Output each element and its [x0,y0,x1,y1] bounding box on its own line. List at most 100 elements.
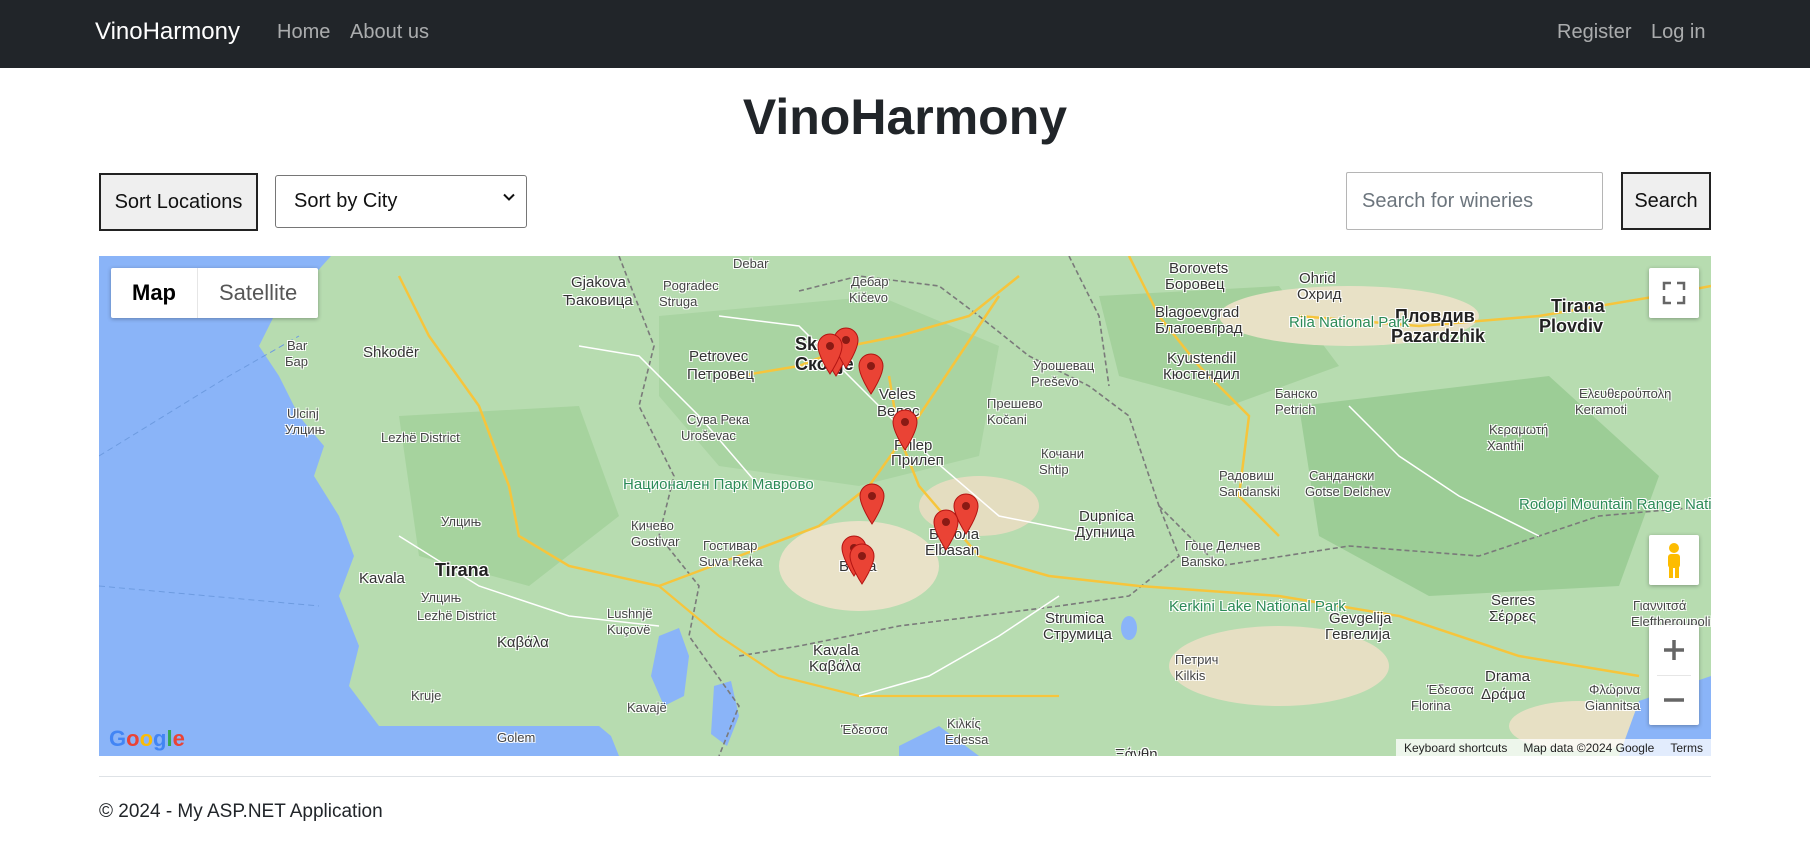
map-label-bansko: Банско [1275,386,1318,401]
chevron-down-icon [503,193,515,201]
map-label-gotse-delchev: Сандански [1309,468,1375,483]
map-label-elbasan: Καβάλα [497,634,549,651]
map-label-kocani-cyr: Preševo [1031,374,1079,389]
map-label-chepelare-cyr: Xanthi [1487,438,1524,453]
map-label-edessa-cyr: Edessa [945,732,989,747]
map-label-bansko-cyr: Petrich [1275,402,1316,417]
navbar: VinoHarmony Home About us Register Log i… [0,0,1810,68]
map-label-bar: Bar [287,338,308,353]
map-label-thessaloniki: Ξάνθη [1115,746,1158,756]
map-attribution: Keyboard shortcuts Map data ©2024 Google… [1396,739,1711,756]
map-label-drama-cyr: Σέρρες [1489,608,1536,625]
map-park-mavrovo: Национален Парк Маврово [623,476,814,493]
map-label-gostivar-cyr: Uroševac [681,428,736,443]
map-label-petrich: Гоце Делчев [1185,538,1261,553]
winery-marker[interactable] [815,332,845,375]
map-label-kilkis: Петрич [1175,652,1219,667]
map-label-chepelare: Κεραμωτή [1489,422,1549,437]
map-label-lezhe: Lezhë District [381,430,460,445]
map-label-petrich-cyr: Bansko [1181,554,1225,569]
map-label-presevo-cyr: Kičevo [849,290,889,305]
map-park-rodopi: Rodopi Mountain Range National Park [1519,496,1711,513]
map-label-debar-cyr: Gostivar [631,534,680,549]
zoom-out-icon[interactable] [1649,675,1699,725]
map[interactable]: Gjakova Ђаковица Pogradec Struga Debar Д… [99,256,1711,756]
map-label-tirana: Tirana [435,560,489,580]
map-label-asenovgrad: Ελευθερούπολη [1579,386,1672,401]
map-label-kocani: Урошевац [1033,358,1095,373]
map-label-xanthi: Γιαννιτσά [1633,598,1687,613]
map-label-gostivar: Сува Река [687,412,750,427]
nav-link-register[interactable]: Register [1557,21,1631,44]
map-label-strumica-cyr: Дупница [1075,524,1135,541]
map-label-dupnica-cyr: Благоевград [1155,320,1243,337]
winery-marker[interactable] [856,352,886,395]
map-label-kavala-cyr: Δράμα [1481,686,1526,703]
fullscreen-button[interactable] [1649,268,1699,318]
map-label-eleftheroupoli: Έδεσσα [1427,682,1474,697]
map-label-kilkis-cyr: Kilkis [1175,668,1206,683]
sort-locations-button[interactable]: Sort Locations [99,173,258,231]
map-label-gjakova: Gjakova [571,274,627,291]
map-label-keramoti: Φλώρινα [1589,682,1641,697]
map-label-bar-cyr: Бар [285,354,308,369]
winery-marker[interactable] [847,542,877,585]
map-label-shtip-cyr: Kočani [987,412,1027,427]
map-label-durres: Kavala [359,570,405,587]
map-type-control: Map Satellite [111,268,319,318]
map-label-gjakova-cyr: Ђаковица [563,292,633,309]
map-label-bitola: Kavala [813,642,859,659]
map-label-ulcinj-cyr: Улцињ [285,422,326,437]
map-label-blagoevgrad: Kyustendil [1167,350,1237,367]
map-park-rila: Rila National Park [1289,314,1410,331]
map-label-kavaje: Lezhë District [417,608,496,623]
navbar-brand[interactable]: VinoHarmony [95,18,240,46]
map-label-kruje: Улцињ [441,514,482,529]
winery-marker[interactable] [931,508,961,551]
map-label-urosevac-cyr: Debar [733,256,769,271]
terms-link[interactable]: Terms [1662,741,1711,755]
map-label-presevo: Дебар [851,274,889,289]
winery-marker[interactable] [890,408,920,451]
map-label-radovish: Кочани [1041,446,1084,461]
nav-link-about-us[interactable]: About us [350,21,429,44]
map-label-lushnje: Kruje [411,688,442,703]
map-label-drama: Serres [1491,592,1536,609]
map-label-shkoder: Shkodër [363,344,419,361]
map-label-kyustendil: Borovets [1169,260,1229,277]
fullscreen-icon [1662,281,1686,305]
nav-link-home[interactable]: Home [277,21,330,44]
map-type-map-button[interactable]: Map [111,268,197,318]
street-view-pegman[interactable] [1649,535,1699,585]
map-label-kucove: Golem [497,730,536,745]
zoom-in-icon[interactable] [1649,625,1699,675]
map-label-radovish-cyr: Shtip [1039,462,1069,477]
search-input[interactable]: Search for wineries [1346,172,1603,230]
map-label-shtip: Прешево [987,396,1043,411]
keyboard-shortcuts-link[interactable]: Keyboard shortcuts [1396,741,1515,755]
page-title: VinoHarmony [742,89,1068,145]
map-type-satellite-button[interactable]: Satellite [197,268,318,318]
map-label-edessa: Κιλκίς [947,716,981,731]
map-label-blagoevgrad-cyr: Кюстендил [1163,366,1240,383]
map-label-kavala: Drama [1485,668,1531,685]
winery-marker[interactable] [857,482,887,525]
sort-select[interactable]: Sort by City [275,175,527,228]
nav-link-login[interactable]: Log in [1651,21,1706,44]
map-label-struga-cyr: Kuçovë [607,622,651,637]
map-label-eleftheroupoli-cyr: Florina [1411,698,1451,713]
map-park-kerkini: Kerkini Lake National Park [1169,598,1346,615]
map-label-kicevo-cyr: Suva Reka [699,554,763,569]
map-label-kyustendil-cyr: Боровец [1165,276,1225,293]
map-label-borovets: Ohrid [1299,270,1336,287]
search-button[interactable]: Search [1621,172,1711,230]
map-label-veles-cyr: Прилеп [891,452,944,469]
map-label-strumica: Dupnica [1079,508,1135,525]
map-label-plovdiv-cyr: Plovdiv [1539,316,1604,336]
map-label-asenovgrad-cyr: Keramoti [1575,402,1628,417]
map-label-tetovo-cyr: Петровец [687,366,754,383]
map-label-serres-cyr: Гевгелија [1325,626,1391,643]
google-logo[interactable]: Google [109,726,185,752]
footer-divider [99,776,1711,777]
pegman-icon [1668,543,1680,578]
